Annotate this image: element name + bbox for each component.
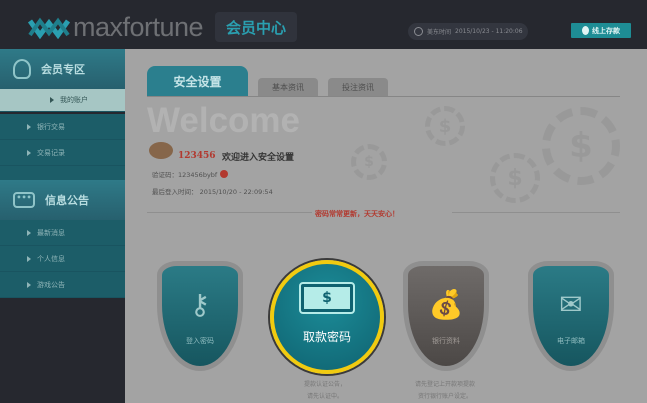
sidebar-item-my-account[interactable]: 我的账户 — [0, 89, 139, 112]
sidebar: 会员专区 我的账户 银行交易 交易记录 ••• 信息公告 最新消息 个人信息 游戏… — [0, 49, 139, 403]
card-label: 取款密码 — [302, 330, 351, 344]
logo-text: maxfortune — [73, 12, 204, 42]
card-note: 提款认证公告， 请先认证中。 — [303, 381, 346, 400]
user-icon — [13, 59, 31, 79]
divider — [452, 212, 620, 213]
last-login: 最后登入时间： 2015/10/20 - 22:09:54 — [152, 188, 273, 196]
card-note: 请先登记上开款项提款 资行银行账户设定。 — [414, 381, 475, 400]
section-title: 会员专区 — [41, 63, 85, 76]
online-deposit-label: 线上存款 — [592, 26, 620, 35]
verify-code-row: 验证码：123456bybf — [152, 169, 229, 179]
envelope-icon: ✉ — [559, 288, 583, 321]
page-title: 会员中心 — [215, 12, 297, 42]
piggy-bank-icon — [149, 142, 173, 159]
tab-divider — [147, 96, 620, 97]
clock-icon — [414, 27, 423, 36]
money-bags-icon: 💰 — [428, 288, 464, 321]
chat-icon: ••• — [13, 192, 35, 208]
logo[interactable]: maxfortune — [28, 12, 204, 43]
sidebar-section-member[interactable]: 会员专区 — [0, 49, 125, 89]
sidebar-spacer — [0, 166, 125, 180]
card-label: 电子邮箱 — [557, 337, 585, 345]
chip-icon: $ — [351, 144, 387, 180]
verify-code: 验证码：123456bybf — [152, 171, 218, 179]
chip-icon: $ — [490, 153, 540, 203]
header: maxfortune 会员中心 美东时间 2015/10/23 - 11:20:… — [0, 0, 647, 49]
welcome-heading: Welcome — [147, 101, 301, 140]
sidebar-item-personal-info[interactable]: 个人信息 — [0, 246, 125, 272]
sidebar-item-latest-news[interactable]: 最新消息 — [0, 220, 125, 246]
card-bank-info[interactable]: 💰 银行资料 — [403, 261, 489, 371]
card-withdraw-password-highlighted[interactable]: $ 取款密码 — [270, 260, 384, 374]
deposit-icon — [582, 26, 589, 35]
time-label: 美东时间 — [427, 29, 452, 36]
card-label: 银行资料 — [432, 337, 460, 345]
help-icon[interactable] — [220, 170, 229, 178]
security-slogan: 密码常常更新，天天安心！ — [315, 210, 399, 218]
sidebar-item-transaction-records[interactable]: 交易记录 — [0, 140, 125, 166]
key-icon: ⚷ — [189, 288, 211, 321]
money-icon: $ — [299, 282, 355, 314]
welcome-text: 欢迎进入安全设置 — [222, 153, 295, 163]
main-content: 安全设置 基本资讯 投注资讯 $ $ $ $ Welcome 123456 欢迎… — [125, 49, 647, 403]
card-login-password[interactable]: ⚷ 登入密码 — [157, 261, 243, 371]
section-title: 信息公告 — [45, 194, 89, 207]
online-deposit-button[interactable]: 线上存款 — [571, 23, 631, 38]
tab-security-settings[interactable]: 安全设置 — [147, 66, 248, 96]
sidebar-item-game-notices[interactable]: 游戏公告 — [0, 272, 125, 298]
logo-icon — [28, 17, 70, 39]
chip-icon: $ — [542, 107, 620, 185]
tab-betting-info[interactable]: 投注资讯 — [328, 78, 388, 96]
server-time: 美东时间 2015/10/23 - 11:20:06 — [408, 23, 528, 40]
divider — [147, 212, 312, 213]
card-label: 登入密码 — [186, 337, 214, 345]
sidebar-section-notices[interactable]: ••• 信息公告 — [0, 180, 125, 220]
chip-icon: $ — [425, 106, 465, 146]
user-id: 123456 — [178, 151, 216, 161]
tab-basic-info[interactable]: 基本资讯 — [258, 78, 318, 96]
time-value: 2015/10/23 - 11:20:06 — [455, 28, 523, 35]
card-email[interactable]: ✉ 电子邮箱 — [528, 261, 614, 371]
sidebar-item-bank-transaction[interactable]: 银行交易 — [0, 114, 125, 140]
